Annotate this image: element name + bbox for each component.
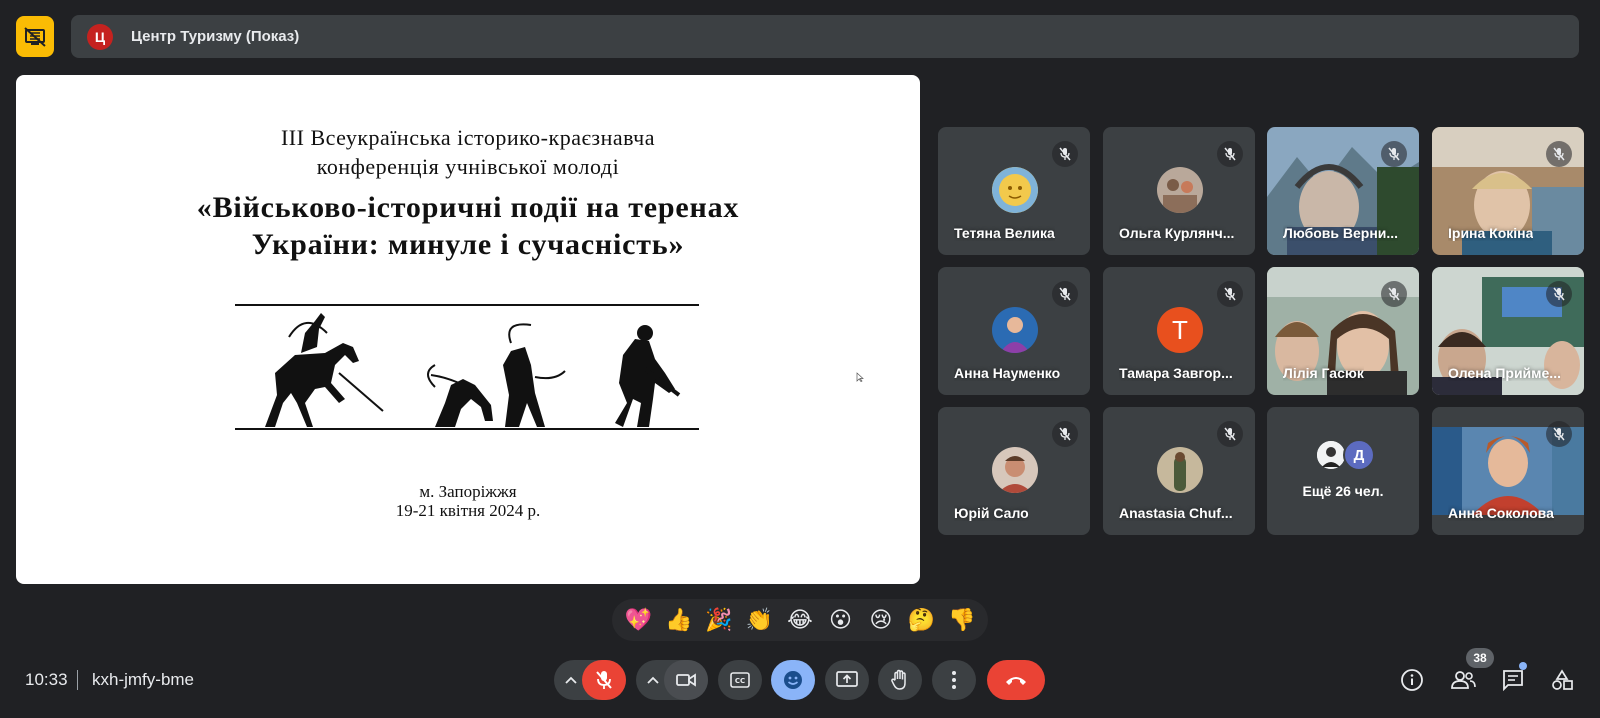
participant-name: Ірина Кокіна	[1448, 225, 1534, 241]
reaction-crying[interactable]: 😢	[862, 607, 900, 633]
participant-name: Тетяна Велика	[954, 225, 1055, 241]
participant-tile[interactable]: Анна Науменко	[938, 267, 1090, 395]
mic-off-icon	[1546, 281, 1572, 307]
slide-city: м. Запоріжжя	[419, 482, 517, 501]
participant-avatar	[1157, 447, 1203, 493]
mic-off-icon	[1052, 281, 1078, 307]
more-participants-tile[interactable]: Д Ещё 26 чел.	[1267, 407, 1419, 535]
mic-off-icon	[1381, 281, 1407, 307]
mic-off-icon	[1546, 421, 1572, 447]
mic-off-icon	[1052, 141, 1078, 167]
mic-off-icon	[1052, 421, 1078, 447]
participant-avatar: Т	[1157, 307, 1203, 353]
shared-presentation: ІІІ Всеукраїнська історико-краєзнавча ко…	[16, 75, 920, 584]
participant-avatar	[992, 167, 1038, 213]
present-screen-icon	[836, 671, 858, 687]
participant-avatar	[992, 307, 1038, 353]
warriors-illustration	[235, 304, 699, 430]
stop-presenting-icon	[24, 26, 46, 47]
slide-subtitle-line-1: ІІІ Всеукраїнська історико-краєзнавча	[280, 125, 656, 150]
participant-tile[interactable]: Любовь Верни...	[1267, 127, 1419, 255]
participant-tile[interactable]: Ольга Курлянч...	[1103, 127, 1255, 255]
emoji-reactions-button[interactable]	[771, 660, 815, 700]
participant-avatar-letter: Д	[1343, 439, 1375, 471]
participant-name: Anastasia Chuf...	[1119, 505, 1233, 521]
reaction-joy[interactable]: 😂	[781, 607, 819, 633]
participant-tile[interactable]: Олена Прийме...	[1432, 267, 1584, 395]
participant-name: Тамара Завгор...	[1119, 365, 1233, 381]
participant-name: Лілія Гасюк	[1283, 365, 1364, 381]
mouse-cursor-icon	[856, 372, 864, 382]
camera-icon	[676, 673, 696, 687]
participant-tile[interactable]: Anastasia Chuf...	[1103, 407, 1255, 535]
presenter-title: Центр Туризму (Показ)	[131, 28, 300, 45]
more-vert-icon	[952, 671, 956, 689]
participant-name: Любовь Верни...	[1283, 225, 1399, 241]
slide-dates: 19-21 квітня 2024 р.	[395, 501, 541, 520]
mic-off-icon	[596, 671, 612, 689]
reaction-sparkling-heart[interactable]: 💖	[619, 607, 657, 633]
participant-tile[interactable]: Т Тамара Завгор...	[1103, 267, 1255, 395]
more-options-button[interactable]	[932, 660, 976, 700]
mic-off-icon	[1217, 141, 1243, 167]
activities-button[interactable]	[1544, 662, 1580, 698]
hand-icon	[891, 669, 906, 690]
participant-name: Ольга Курлянч...	[1119, 225, 1235, 241]
mic-control-group	[554, 660, 626, 700]
participant-avatar	[992, 447, 1038, 493]
meeting-details-button[interactable]	[1394, 662, 1430, 698]
reaction-surprised[interactable]: 😮	[821, 607, 859, 633]
meeting-time: 10:33	[25, 670, 68, 689]
mic-toggle-button[interactable]	[582, 660, 626, 700]
reaction-thumbs-up[interactable]: 👍	[660, 607, 698, 633]
people-button[interactable]	[1445, 662, 1481, 698]
slide-title-line-1: «Військово-історичні події на теренах	[196, 191, 740, 224]
participant-name: Олена Прийме...	[1448, 365, 1561, 381]
mic-off-icon	[1217, 421, 1243, 447]
people-icon	[1451, 671, 1476, 689]
participant-tile[interactable]: Ірина Кокіна	[1432, 127, 1584, 255]
presentation-mode-button[interactable]	[16, 16, 54, 57]
presenter-bar: Ц Центр Туризму (Показ)	[71, 15, 1579, 58]
participant-tile[interactable]: Анна Соколова	[1432, 407, 1584, 535]
camera-control-group	[636, 660, 708, 700]
mic-off-icon	[1546, 141, 1572, 167]
chat-icon	[1503, 670, 1523, 691]
meeting-code: kxh-jmfy-bme	[92, 670, 195, 689]
participant-tile[interactable]: Тетяна Велика	[938, 127, 1090, 255]
svg-text:CC: CC	[735, 677, 745, 685]
slide-subtitle-line-2: конференція учнівської молоді	[316, 154, 620, 179]
presenter-avatar: Ц	[87, 23, 113, 50]
reaction-party-popper[interactable]: 🎉	[700, 607, 738, 633]
chat-unread-dot	[1519, 662, 1527, 670]
cc-icon: CC	[730, 672, 750, 688]
more-participants-label: Ещё 26 чел.	[1302, 483, 1384, 499]
reaction-thumbs-down[interactable]: 👎	[943, 607, 981, 633]
info-icon	[1401, 669, 1423, 691]
present-now-button[interactable]	[825, 660, 869, 700]
participant-tile[interactable]: Юрій Сало	[938, 407, 1090, 535]
slide-title-line-2: України: минуле і сучасність»	[251, 228, 685, 261]
end-call-icon	[1006, 677, 1026, 685]
reaction-clapping[interactable]: 👏	[741, 607, 779, 633]
participant-name: Анна Соколова	[1448, 505, 1554, 521]
participant-tile[interactable]: Лілія Гасюк	[1267, 267, 1419, 395]
participant-avatar	[1157, 167, 1203, 213]
participant-name: Анна Науменко	[954, 365, 1061, 381]
mic-off-icon	[1381, 141, 1407, 167]
activities-icon	[1552, 669, 1573, 690]
leave-call-button[interactable]	[987, 660, 1045, 700]
captions-button[interactable]: CC	[718, 660, 762, 700]
camera-toggle-button[interactable]	[664, 660, 708, 700]
reactions-bar: 💖 👍 🎉 👏 😂 😮 😢 🤔 👎	[612, 599, 988, 641]
divider	[77, 670, 78, 690]
emoji-icon	[784, 671, 802, 689]
raise-hand-button[interactable]	[878, 660, 922, 700]
mic-off-icon	[1217, 281, 1243, 307]
reaction-thinking[interactable]: 🤔	[902, 607, 940, 633]
participant-name: Юрій Сало	[954, 505, 1029, 521]
